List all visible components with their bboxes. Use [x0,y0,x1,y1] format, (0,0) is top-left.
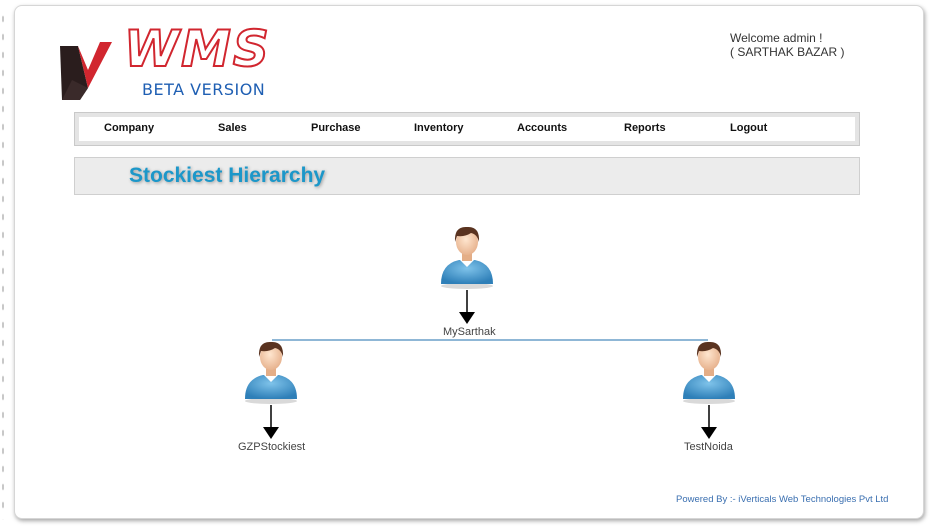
main-nav: Company Sales Purchase Inventory Account… [74,112,860,146]
nav-logout[interactable]: Logout [730,122,767,134]
logo-text: WMS [123,19,271,79]
welcome-text: Welcome admin ! [730,31,823,45]
node-child-label[interactable]: GZPStockiest [238,441,305,453]
node-root-label[interactable]: MySarthak [443,326,496,338]
page-title: Stockiest Hierarchy [129,164,326,187]
nav-company[interactable]: Company [104,122,154,134]
user-welcome: Welcome admin ! ( SARTHAK BAZAR ) [730,31,844,59]
nav-sales[interactable]: Sales [218,122,247,134]
nav-reports[interactable]: Reports [624,122,666,134]
nav-accounts[interactable]: Accounts [517,122,567,134]
logo-v-mark-icon [60,42,112,100]
company-name: ( SARTHAK BAZAR ) [730,45,845,59]
app-logo: WMS BETA VERSION [58,19,270,100]
nav-purchase[interactable]: Purchase [311,122,361,134]
page-title-bar: Stockiest Hierarchy [74,157,860,195]
page-edge-decoration [0,10,6,520]
node-child-label[interactable]: TestNoida [684,441,733,453]
nav-inventory[interactable]: Inventory [414,122,464,134]
logo-subtitle: BETA VERSION [142,80,266,99]
footer-credit: Powered By :- iVerticals Web Technologie… [676,494,889,505]
